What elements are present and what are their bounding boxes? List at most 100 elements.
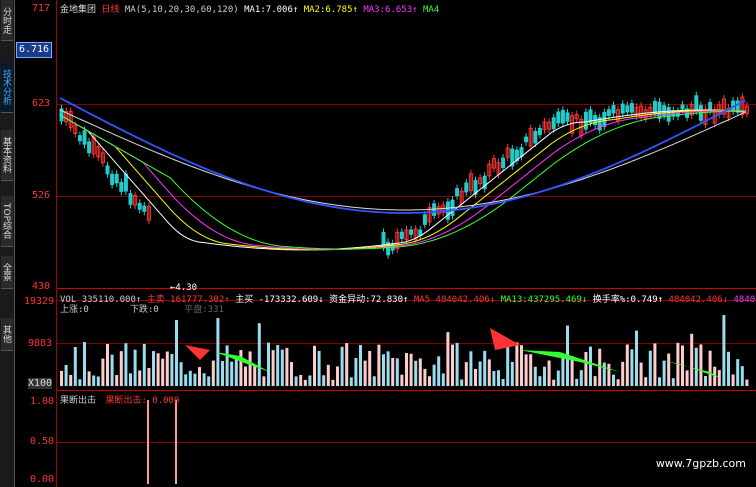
ma-line [59,109,746,251]
volume-bar [432,364,436,386]
candle-body [114,173,119,184]
volume-bar [170,353,174,386]
indicator-name: 果断出击 [60,396,97,406]
volume-bar [138,370,142,386]
candle-body [142,205,147,212]
volume-bar [428,376,431,386]
volume-bar [405,353,408,386]
candle-body [399,231,404,239]
ma2-label: MA2: [303,5,326,15]
volume-bar [740,366,744,386]
volume-bar [336,366,339,386]
candle-body [110,173,115,186]
ma5-label: MA5 [413,295,431,305]
volume-bar [188,370,192,386]
volume-bar [662,360,666,386]
volume-bar [506,343,510,386]
volume-bar [708,350,712,386]
candle-body [680,104,685,110]
volume-bar [653,343,657,386]
volume-bar [179,362,183,386]
volume-bar [345,343,349,386]
volume-bar [234,355,238,386]
kline-chart[interactable] [0,0,756,487]
indicator-signal-bar [147,400,149,484]
volume-bar [239,350,243,386]
flat-count: 平盘:331 [184,305,224,315]
ma-line [59,110,746,250]
main-buy-label: 主买 [235,295,254,305]
ma3-label: MA3: [363,5,386,15]
volume-bar [437,356,441,386]
candle-body [77,135,82,142]
volume-subheader-down: 下跌:0 平盘:331 [130,302,224,315]
volume-bar [694,347,698,386]
ma2-value: 6.785↑ [325,5,358,15]
ma-header: 金地集团 日线 MA(5,10,20,30,60,120) MA1:7.006↑… [60,2,439,15]
candle-body [137,202,142,210]
volume-bar [101,358,105,386]
volume-bar [690,333,694,386]
volume-bar [589,346,592,386]
volume-bar [257,323,261,386]
volume-bar [267,342,270,386]
volume-bar [363,360,367,386]
extra-value-2: 484042 [733,295,756,305]
candle-body [464,182,469,193]
volume-bar [322,375,326,386]
volume-bar [165,351,169,386]
volume-bar [727,351,730,386]
ma5-value: 484042.406↓ [435,295,496,305]
volume-bar [625,344,629,386]
volume-bar [616,379,620,386]
candle-body [422,214,427,225]
volume-bar [635,330,638,386]
volume-bar [96,376,100,386]
candle-body [611,105,616,114]
volume-bar [717,370,721,386]
volume-bar [280,349,284,386]
volume-bar [602,362,606,386]
volume-bar [372,376,376,386]
volume-bar [142,343,146,386]
volume-bar [722,315,726,386]
candle-body [583,111,588,130]
volume-bar [487,359,491,386]
volume-bar [78,379,82,386]
indicator-name-2: 果断出击: [105,396,147,406]
volume-bar [556,370,560,386]
stock-name: 金地集团 [60,5,97,15]
volume-bar [451,344,454,386]
volume-bar [299,374,303,386]
volume-bar [326,364,330,386]
volume-bar [207,376,211,386]
volume-bar [359,345,362,386]
volume-bar [681,345,684,386]
volume-bar [354,357,358,386]
volume-bar [106,343,109,386]
indicator-header: 果断出击 果断出击: 0.000 [60,393,179,406]
ma3-value: 6.653↑ [385,5,418,15]
volume-bar [483,350,487,386]
volume-bar [290,362,293,386]
volume-bar [575,378,579,386]
volume-bar [152,351,155,386]
volume-bar [547,360,551,386]
volume-bar [147,368,151,386]
volume-bar [110,354,114,386]
volume-subheader: 上涨:0 [60,302,89,315]
extra-value-1: 484042.406↓ [668,295,729,305]
candle-body [629,103,634,113]
candle-body [123,173,128,192]
volume-bar [124,343,128,386]
volume-bar [276,345,280,386]
volume-bar [244,366,247,386]
candle-body [82,130,87,145]
volume-bar [423,368,427,386]
volume-bar [704,376,707,386]
ma13-label: MA13: [500,295,528,305]
volume-bar [409,353,413,386]
volume-bar [129,373,132,386]
volume-bar [745,379,749,386]
volume-bar [414,360,418,386]
